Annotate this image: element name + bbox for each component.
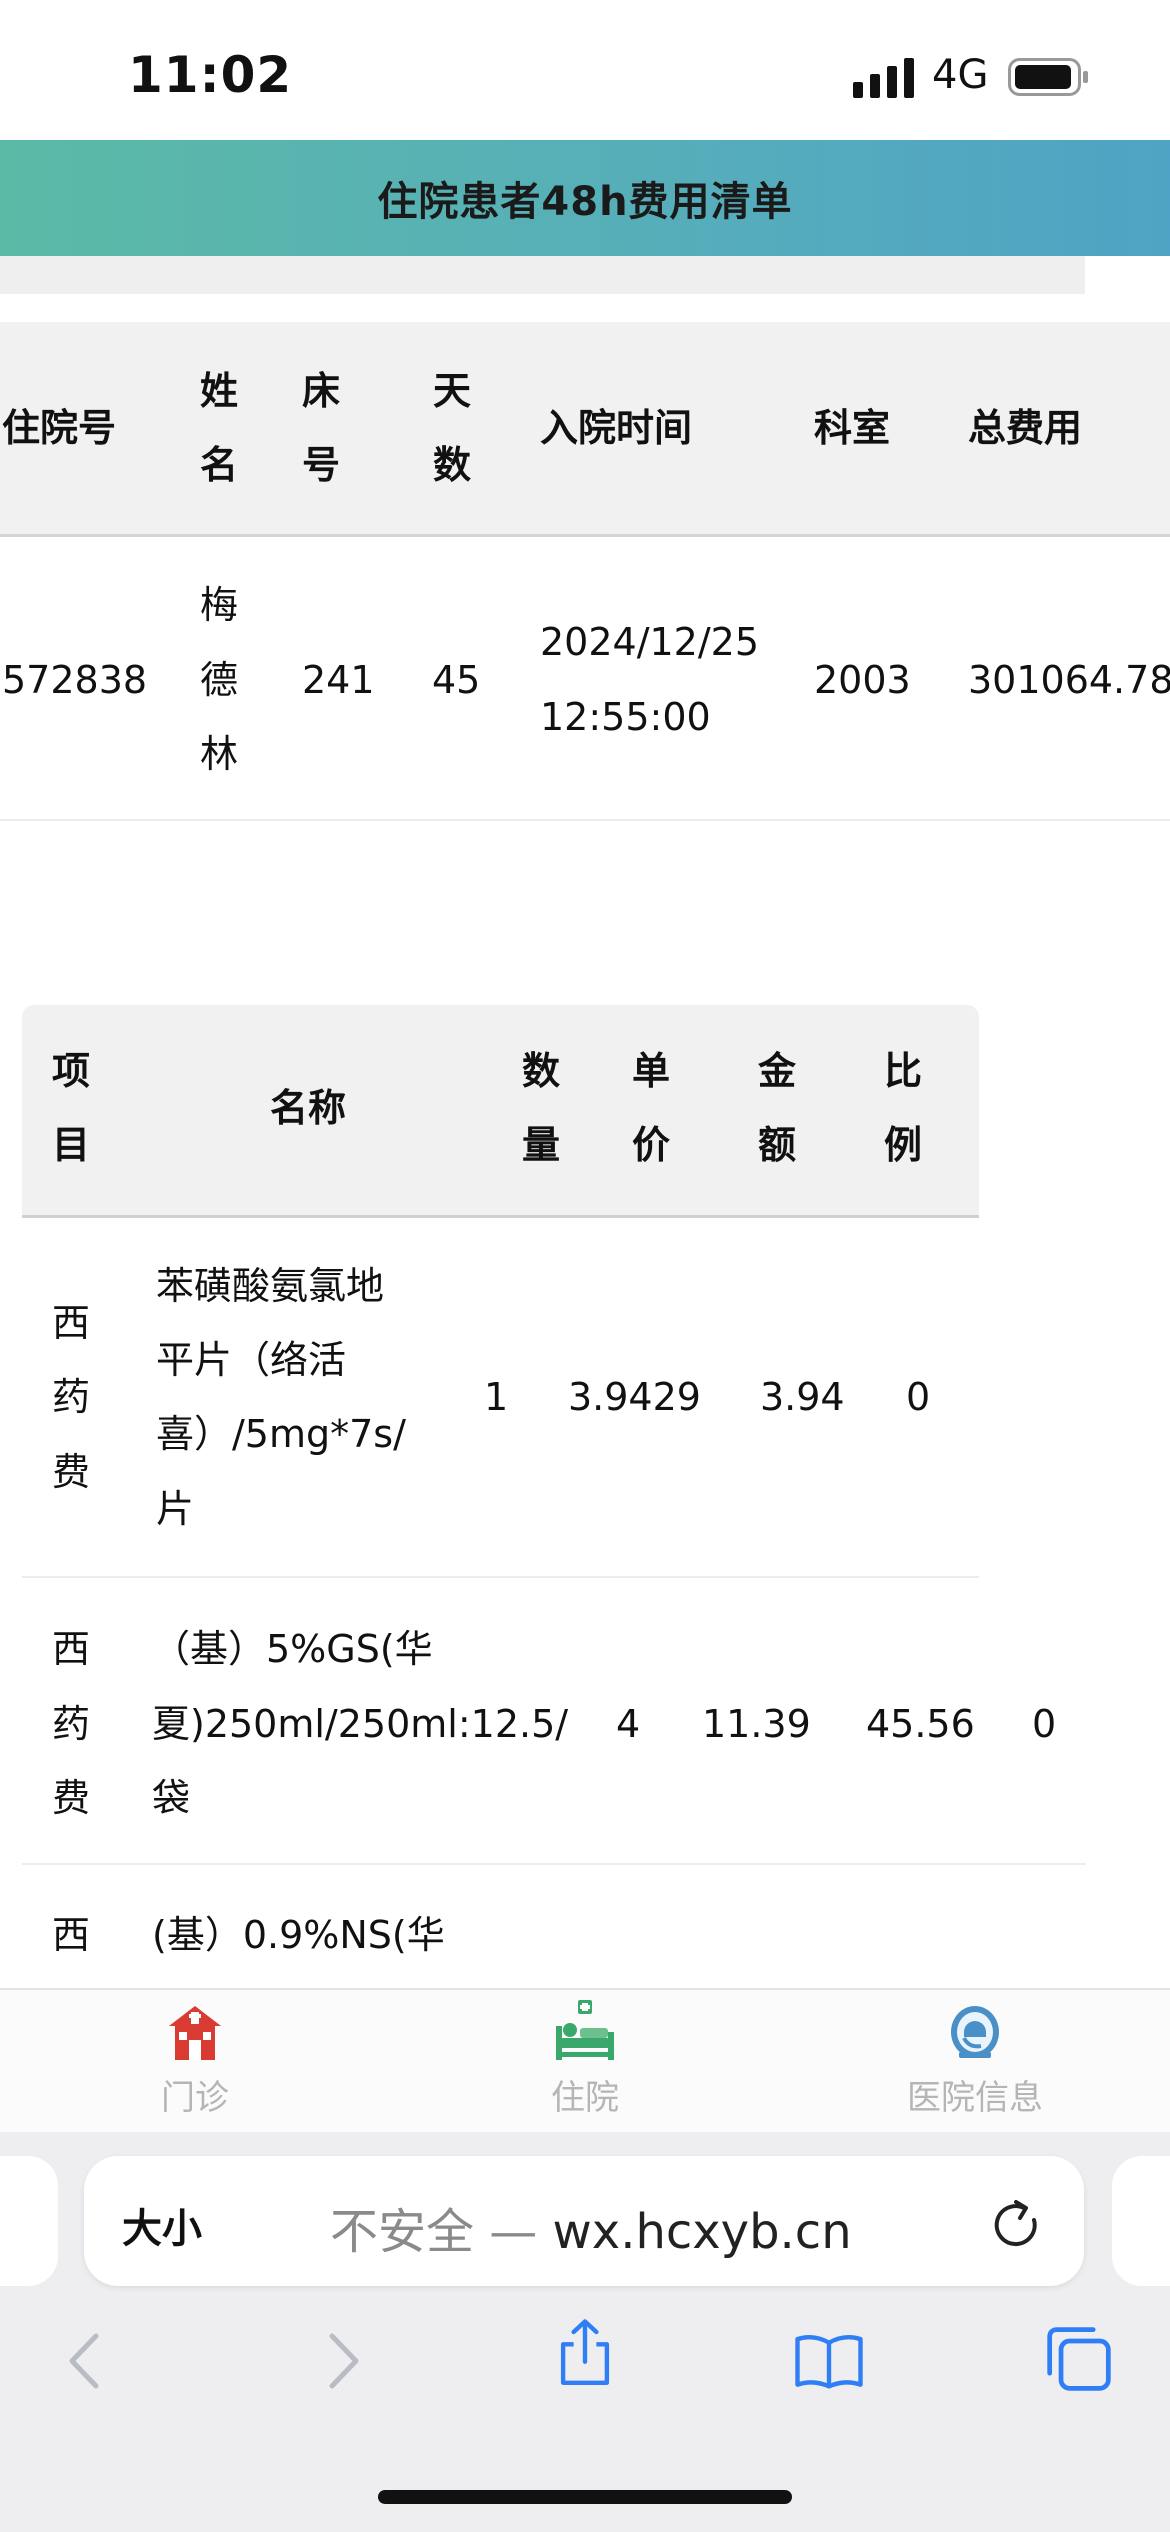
row2-category-char1: 西 (52, 1627, 91, 1671)
header-divider (0, 256, 1085, 294)
hospital-info-icon (951, 2006, 999, 2058)
network-type: 4G (932, 52, 989, 98)
cell-admission-no: 572838 (2, 658, 148, 702)
col-price-line1: 单 (632, 1049, 671, 1093)
col-days-line2: 数 (433, 443, 472, 487)
battery-icon (1008, 58, 1088, 96)
cell-days: 45 (432, 658, 481, 702)
hospital-bed-icon (556, 2000, 614, 2060)
page-header: 住院患者48h费用清单 (0, 140, 1170, 256)
tab-hospital-info-label: 医院信息 (907, 2078, 1043, 2118)
row1-qty: 1 (484, 1375, 509, 1419)
row3-name-line1: (基）0.9%NS(华 (152, 1913, 445, 1957)
col-admit-time: 入院时间 (540, 406, 693, 450)
forward-icon[interactable] (306, 2326, 376, 2396)
home-indicator (378, 2490, 792, 2504)
tab-clinic[interactable]: 门诊 (120, 1996, 270, 2126)
row1-name-line4: 片 (156, 1487, 195, 1531)
row1-category-char2: 药 (52, 1375, 91, 1419)
row2-category-char3: 费 (52, 1776, 91, 1820)
col-days-line1: 天 (433, 369, 472, 413)
row2-name-line1: （基）5%GS(华 (152, 1627, 433, 1671)
row1-ratio: 0 (906, 1375, 931, 1419)
url-domain: wx.hcxyb.cn (552, 2204, 852, 2260)
next-tab-preview[interactable] (1112, 2156, 1170, 2286)
col-amount-line1: 金 (758, 1049, 797, 1093)
col-ratio-line2: 例 (884, 1123, 923, 1167)
cell-name-char2: 德 (200, 658, 239, 702)
col-amount-line2: 额 (758, 1123, 797, 1167)
row2-name-line3: 袋 (152, 1776, 191, 1820)
reload-icon[interactable] (990, 2198, 1044, 2252)
url-security-label: 不安全 — (330, 2204, 538, 2260)
row1-category-char3: 费 (52, 1450, 91, 1494)
row1-name-line3: 喜）/5mg*7s/ (156, 1412, 406, 1456)
col-ratio-line1: 比 (884, 1049, 923, 1093)
row2-ratio: 0 (1032, 1702, 1057, 1746)
cell-bed: 241 (302, 658, 375, 702)
col-category-line1: 项 (52, 1049, 91, 1093)
row2-category-char2: 药 (52, 1702, 91, 1746)
items-table-header (22, 1005, 979, 1218)
row1-amount: 3.94 (760, 1375, 845, 1419)
cellular-signal-icon (853, 58, 914, 98)
bookmarks-icon[interactable] (794, 2326, 864, 2396)
row2-price: 11.39 (702, 1702, 811, 1746)
col-department: 科室 (814, 406, 891, 450)
col-item-name: 名称 (270, 1086, 347, 1130)
previous-tab-preview[interactable] (0, 2156, 58, 2286)
cell-total: 301064.78 (968, 658, 1170, 702)
row1-name-line1: 苯磺酸氨氯地 (156, 1264, 385, 1308)
back-icon[interactable] (52, 2326, 122, 2396)
cell-admit-date: 2024/12/25 (540, 620, 760, 664)
tabs-icon[interactable] (1044, 2324, 1114, 2394)
col-qty-line1: 数 (522, 1049, 561, 1093)
col-name-line1: 姓 (200, 369, 239, 413)
text-size-button[interactable]: 大小 (122, 2196, 202, 2254)
url-display[interactable]: 不安全 — wx.hcxyb.cn (330, 2192, 852, 2262)
clinic-icon (169, 2006, 221, 2060)
row3-category-char1: 西 (52, 1913, 91, 1957)
col-admission-no: 住院号 (2, 406, 117, 450)
row1-price: 3.9429 (568, 1375, 701, 1419)
status-time: 11:02 (128, 46, 293, 104)
tab-clinic-label: 门诊 (161, 2078, 229, 2118)
tab-inpatient-label: 住院 (551, 2078, 619, 2118)
tab-inpatient[interactable]: 住院 (510, 1996, 660, 2126)
col-name-line2: 名 (200, 443, 239, 487)
col-qty-line2: 量 (522, 1123, 561, 1167)
row2-qty: 4 (616, 1702, 641, 1746)
row1-name-line2: 平片（络活 (156, 1338, 347, 1382)
page-title: 住院患者48h费用清单 (377, 179, 793, 225)
cell-admit-clock: 12:55:00 (540, 695, 711, 739)
row2-amount: 45.56 (866, 1702, 975, 1746)
col-bed-line2: 号 (302, 443, 341, 487)
cell-name-char1: 梅 (200, 583, 239, 627)
row-divider (22, 1576, 979, 1578)
cell-department: 2003 (814, 658, 911, 702)
row-divider (22, 1863, 1086, 1865)
tab-hospital-info[interactable]: 医院信息 (890, 1996, 1060, 2126)
share-icon[interactable] (550, 2318, 620, 2388)
col-category-line2: 目 (52, 1123, 91, 1167)
col-total: 总费用 (968, 406, 1083, 450)
row2-name-line2: 夏)250ml/250ml:12.5/ (152, 1702, 569, 1746)
row1-category-char1: 西 (52, 1301, 91, 1345)
col-bed-line1: 床 (302, 369, 341, 413)
col-price-line2: 价 (632, 1123, 671, 1167)
cell-name-char3: 林 (200, 732, 239, 776)
